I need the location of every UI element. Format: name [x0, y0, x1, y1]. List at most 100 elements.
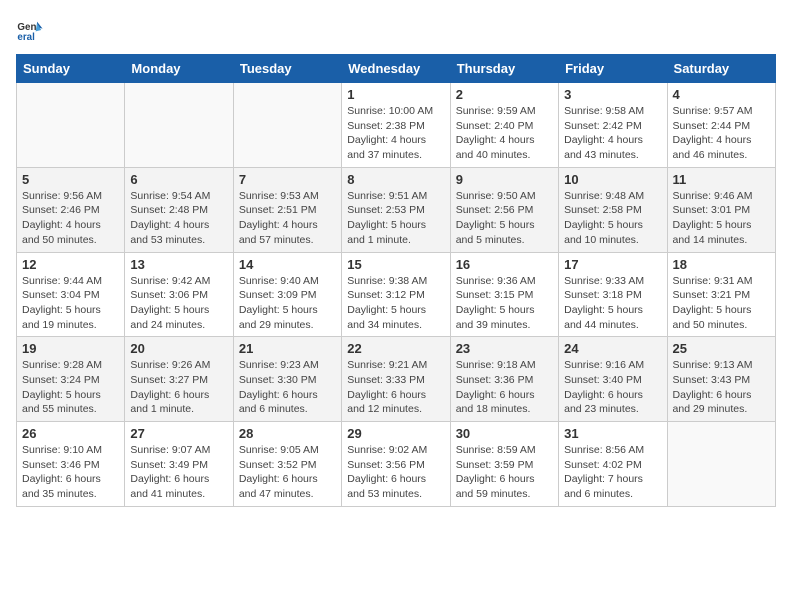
day-info: Sunrise: 8:59 AM Sunset: 3:59 PM Dayligh… — [456, 443, 553, 502]
calendar-cell: 7Sunrise: 9:53 AM Sunset: 2:51 PM Daylig… — [233, 167, 341, 252]
calendar-cell: 13Sunrise: 9:42 AM Sunset: 3:06 PM Dayli… — [125, 252, 233, 337]
day-number: 1 — [347, 87, 444, 102]
calendar-cell: 4Sunrise: 9:57 AM Sunset: 2:44 PM Daylig… — [667, 83, 775, 168]
header-thursday: Thursday — [450, 55, 558, 83]
day-number: 3 — [564, 87, 661, 102]
day-info: Sunrise: 9:54 AM Sunset: 2:48 PM Dayligh… — [130, 189, 227, 248]
day-info: Sunrise: 9:13 AM Sunset: 3:43 PM Dayligh… — [673, 358, 770, 417]
day-number: 11 — [673, 172, 770, 187]
day-info: Sunrise: 9:36 AM Sunset: 3:15 PM Dayligh… — [456, 274, 553, 333]
day-number: 26 — [22, 426, 119, 441]
week-row-3: 12 Sunrise: 9:44 AM Sunset: 3:04 PM Dayli… — [17, 252, 776, 337]
day-info: Sunrise: 9:33 AM Sunset: 3:18 PM Dayligh… — [564, 274, 661, 333]
day-number: 24 — [564, 341, 661, 356]
day-number: 15 — [347, 257, 444, 272]
day-number: 2 — [456, 87, 553, 102]
day-info: Sunrise: 9:46 AM Sunset: 3:01 PM Dayligh… — [673, 189, 770, 248]
day-number: 8 — [347, 172, 444, 187]
header-row: SundayMondayTuesdayWednesdayThursdayFrid… — [17, 55, 776, 83]
calendar-cell — [233, 83, 341, 168]
calendar-cell: 25 Sunrise: 9:13 AM Sunset: 3:43 PM Dayli… — [667, 337, 775, 422]
calendar-table: SundayMondayTuesdayWednesdayThursdayFrid… — [16, 54, 776, 507]
day-info: Sunrise: 9:16 AM Sunset: 3:40 PM Dayligh… — [564, 358, 661, 417]
day-number: 9 — [456, 172, 553, 187]
day-number: 4 — [673, 87, 770, 102]
calendar-cell: 8 Sunrise: 9:51 AM Sunset: 2:53 PM Daylig… — [342, 167, 450, 252]
calendar-cell: 16 Sunrise: 9:36 AM Sunset: 3:15 PM Dayli… — [450, 252, 558, 337]
calendar-cell: 22 Sunrise: 9:21 AM Sunset: 3:33 PM Dayli… — [342, 337, 450, 422]
calendar-cell: 12 Sunrise: 9:44 AM Sunset: 3:04 PM Dayli… — [17, 252, 125, 337]
calendar-cell: 30 Sunrise: 8:59 AM Sunset: 3:59 PM Dayli… — [450, 422, 558, 507]
week-row-4: 19 Sunrise: 9:28 AM Sunset: 3:24 PM Dayli… — [17, 337, 776, 422]
day-info: Sunrise: 9:28 AM Sunset: 3:24 PM Dayligh… — [22, 358, 119, 417]
calendar-cell: 21 Sunrise: 9:23 AM Sunset: 3:30 PM Dayli… — [233, 337, 341, 422]
day-number: 6 — [130, 172, 227, 187]
header-monday: Monday — [125, 55, 233, 83]
calendar-cell: 18Sunrise: 9:31 AM Sunset: 3:21 PM Dayli… — [667, 252, 775, 337]
calendar-cell: 19 Sunrise: 9:28 AM Sunset: 3:24 PM Dayli… — [17, 337, 125, 422]
day-info: Sunrise: 9:51 AM Sunset: 2:53 PM Dayligh… — [347, 189, 444, 248]
day-info: Sunrise: 9:21 AM Sunset: 3:33 PM Dayligh… — [347, 358, 444, 417]
day-info: Sunrise: 9:02 AM Sunset: 3:56 PM Dayligh… — [347, 443, 444, 502]
day-info: Sunrise: 9:50 AM Sunset: 2:56 PM Dayligh… — [456, 189, 553, 248]
calendar-cell: 15 Sunrise: 9:38 AM Sunset: 3:12 PM Dayli… — [342, 252, 450, 337]
calendar-cell: 28 Sunrise: 9:05 AM Sunset: 3:52 PM Dayli… — [233, 422, 341, 507]
day-number: 12 — [22, 257, 119, 272]
logo: Gen eral — [16, 16, 48, 44]
calendar-cell: 1Sunrise: 10:00 AM Sunset: 2:38 PM Dayli… — [342, 83, 450, 168]
day-number: 19 — [22, 341, 119, 356]
day-number: 18 — [673, 257, 770, 272]
day-info: Sunrise: 9:44 AM Sunset: 3:04 PM Dayligh… — [22, 274, 119, 333]
calendar-cell — [17, 83, 125, 168]
header-sunday: Sunday — [17, 55, 125, 83]
day-number: 29 — [347, 426, 444, 441]
week-row-1: 1Sunrise: 10:00 AM Sunset: 2:38 PM Dayli… — [17, 83, 776, 168]
day-info: Sunrise: 9:59 AM Sunset: 2:40 PM Dayligh… — [456, 104, 553, 163]
logo-icon: Gen eral — [16, 16, 44, 44]
calendar-cell: 3 Sunrise: 9:58 AM Sunset: 2:42 PM Daylig… — [559, 83, 667, 168]
day-number: 30 — [456, 426, 553, 441]
day-number: 5 — [22, 172, 119, 187]
day-info: Sunrise: 9:05 AM Sunset: 3:52 PM Dayligh… — [239, 443, 336, 502]
calendar-cell: 20 Sunrise: 9:26 AM Sunset: 3:27 PM Dayli… — [125, 337, 233, 422]
calendar-cell: 9 Sunrise: 9:50 AM Sunset: 2:56 PM Daylig… — [450, 167, 558, 252]
day-number: 25 — [673, 341, 770, 356]
calendar-cell: 26 Sunrise: 9:10 AM Sunset: 3:46 PM Dayli… — [17, 422, 125, 507]
calendar-cell: 2 Sunrise: 9:59 AM Sunset: 2:40 PM Daylig… — [450, 83, 558, 168]
day-info: Sunrise: 9:56 AM Sunset: 2:46 PM Dayligh… — [22, 189, 119, 248]
day-number: 20 — [130, 341, 227, 356]
day-info: Sunrise: 9:18 AM Sunset: 3:36 PM Dayligh… — [456, 358, 553, 417]
day-number: 28 — [239, 426, 336, 441]
calendar-cell: 11 Sunrise: 9:46 AM Sunset: 3:01 PM Dayli… — [667, 167, 775, 252]
calendar-cell: 23 Sunrise: 9:18 AM Sunset: 3:36 PM Dayli… — [450, 337, 558, 422]
calendar-cell — [667, 422, 775, 507]
day-number: 16 — [456, 257, 553, 272]
header-saturday: Saturday — [667, 55, 775, 83]
day-info: Sunrise: 9:53 AM Sunset: 2:51 PM Dayligh… — [239, 189, 336, 248]
calendar-cell: 17 Sunrise: 9:33 AM Sunset: 3:18 PM Dayli… — [559, 252, 667, 337]
day-info: Sunrise: 9:58 AM Sunset: 2:42 PM Dayligh… — [564, 104, 661, 163]
calendar-cell: 29 Sunrise: 9:02 AM Sunset: 3:56 PM Dayli… — [342, 422, 450, 507]
day-info: Sunrise: 9:10 AM Sunset: 3:46 PM Dayligh… — [22, 443, 119, 502]
header-wednesday: Wednesday — [342, 55, 450, 83]
day-number: 14 — [239, 257, 336, 272]
day-number: 21 — [239, 341, 336, 356]
day-number: 27 — [130, 426, 227, 441]
header-friday: Friday — [559, 55, 667, 83]
day-info: Sunrise: 9:07 AM Sunset: 3:49 PM Dayligh… — [130, 443, 227, 502]
day-info: Sunrise: 9:40 AM Sunset: 3:09 PM Dayligh… — [239, 274, 336, 333]
day-info: Sunrise: 9:26 AM Sunset: 3:27 PM Dayligh… — [130, 358, 227, 417]
calendar-cell: 6 Sunrise: 9:54 AM Sunset: 2:48 PM Daylig… — [125, 167, 233, 252]
day-number: 31 — [564, 426, 661, 441]
svg-text:eral: eral — [17, 32, 35, 43]
day-info: Sunrise: 9:23 AM Sunset: 3:30 PM Dayligh… — [239, 358, 336, 417]
day-number: 10 — [564, 172, 661, 187]
day-number: 17 — [564, 257, 661, 272]
day-number: 13 — [130, 257, 227, 272]
day-number: 22 — [347, 341, 444, 356]
calendar-cell: 5 Sunrise: 9:56 AM Sunset: 2:46 PM Daylig… — [17, 167, 125, 252]
day-info: Sunrise: 9:38 AM Sunset: 3:12 PM Dayligh… — [347, 274, 444, 333]
calendar-cell: 31Sunrise: 8:56 AM Sunset: 4:02 PM Dayli… — [559, 422, 667, 507]
calendar-cell: 14 Sunrise: 9:40 AM Sunset: 3:09 PM Dayli… — [233, 252, 341, 337]
day-number: 23 — [456, 341, 553, 356]
